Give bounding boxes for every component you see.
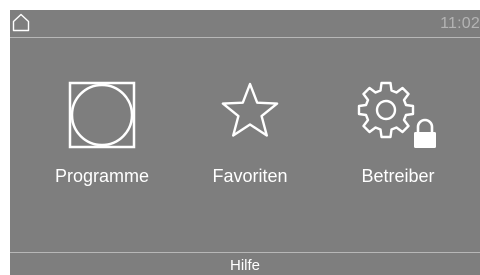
home-button[interactable]	[10, 10, 38, 37]
help-label: Hilfe	[229, 257, 260, 274]
tile-favoriten-label: Favoriten	[212, 166, 288, 186]
display-screen: 11:02 Programme Favoriten Betreiber Hilf…	[10, 10, 480, 275]
gear-lock-icon	[357, 81, 436, 148]
home-icon	[12, 13, 30, 32]
star-icon	[221, 82, 279, 137]
tile-programme[interactable]: Programme	[32, 70, 172, 210]
tile-betreiber-label: Betreiber	[361, 166, 435, 186]
clock-time: 11:02	[440, 15, 480, 32]
tile-betreiber[interactable]: Betreiber	[328, 70, 468, 210]
programme-icon	[68, 81, 136, 149]
help-button[interactable]: Hilfe	[10, 252, 480, 275]
status-bar: 11:02	[10, 10, 480, 38]
tile-programme-label: Programme	[54, 166, 150, 186]
tile-favoriten[interactable]: Favoriten	[180, 70, 320, 210]
